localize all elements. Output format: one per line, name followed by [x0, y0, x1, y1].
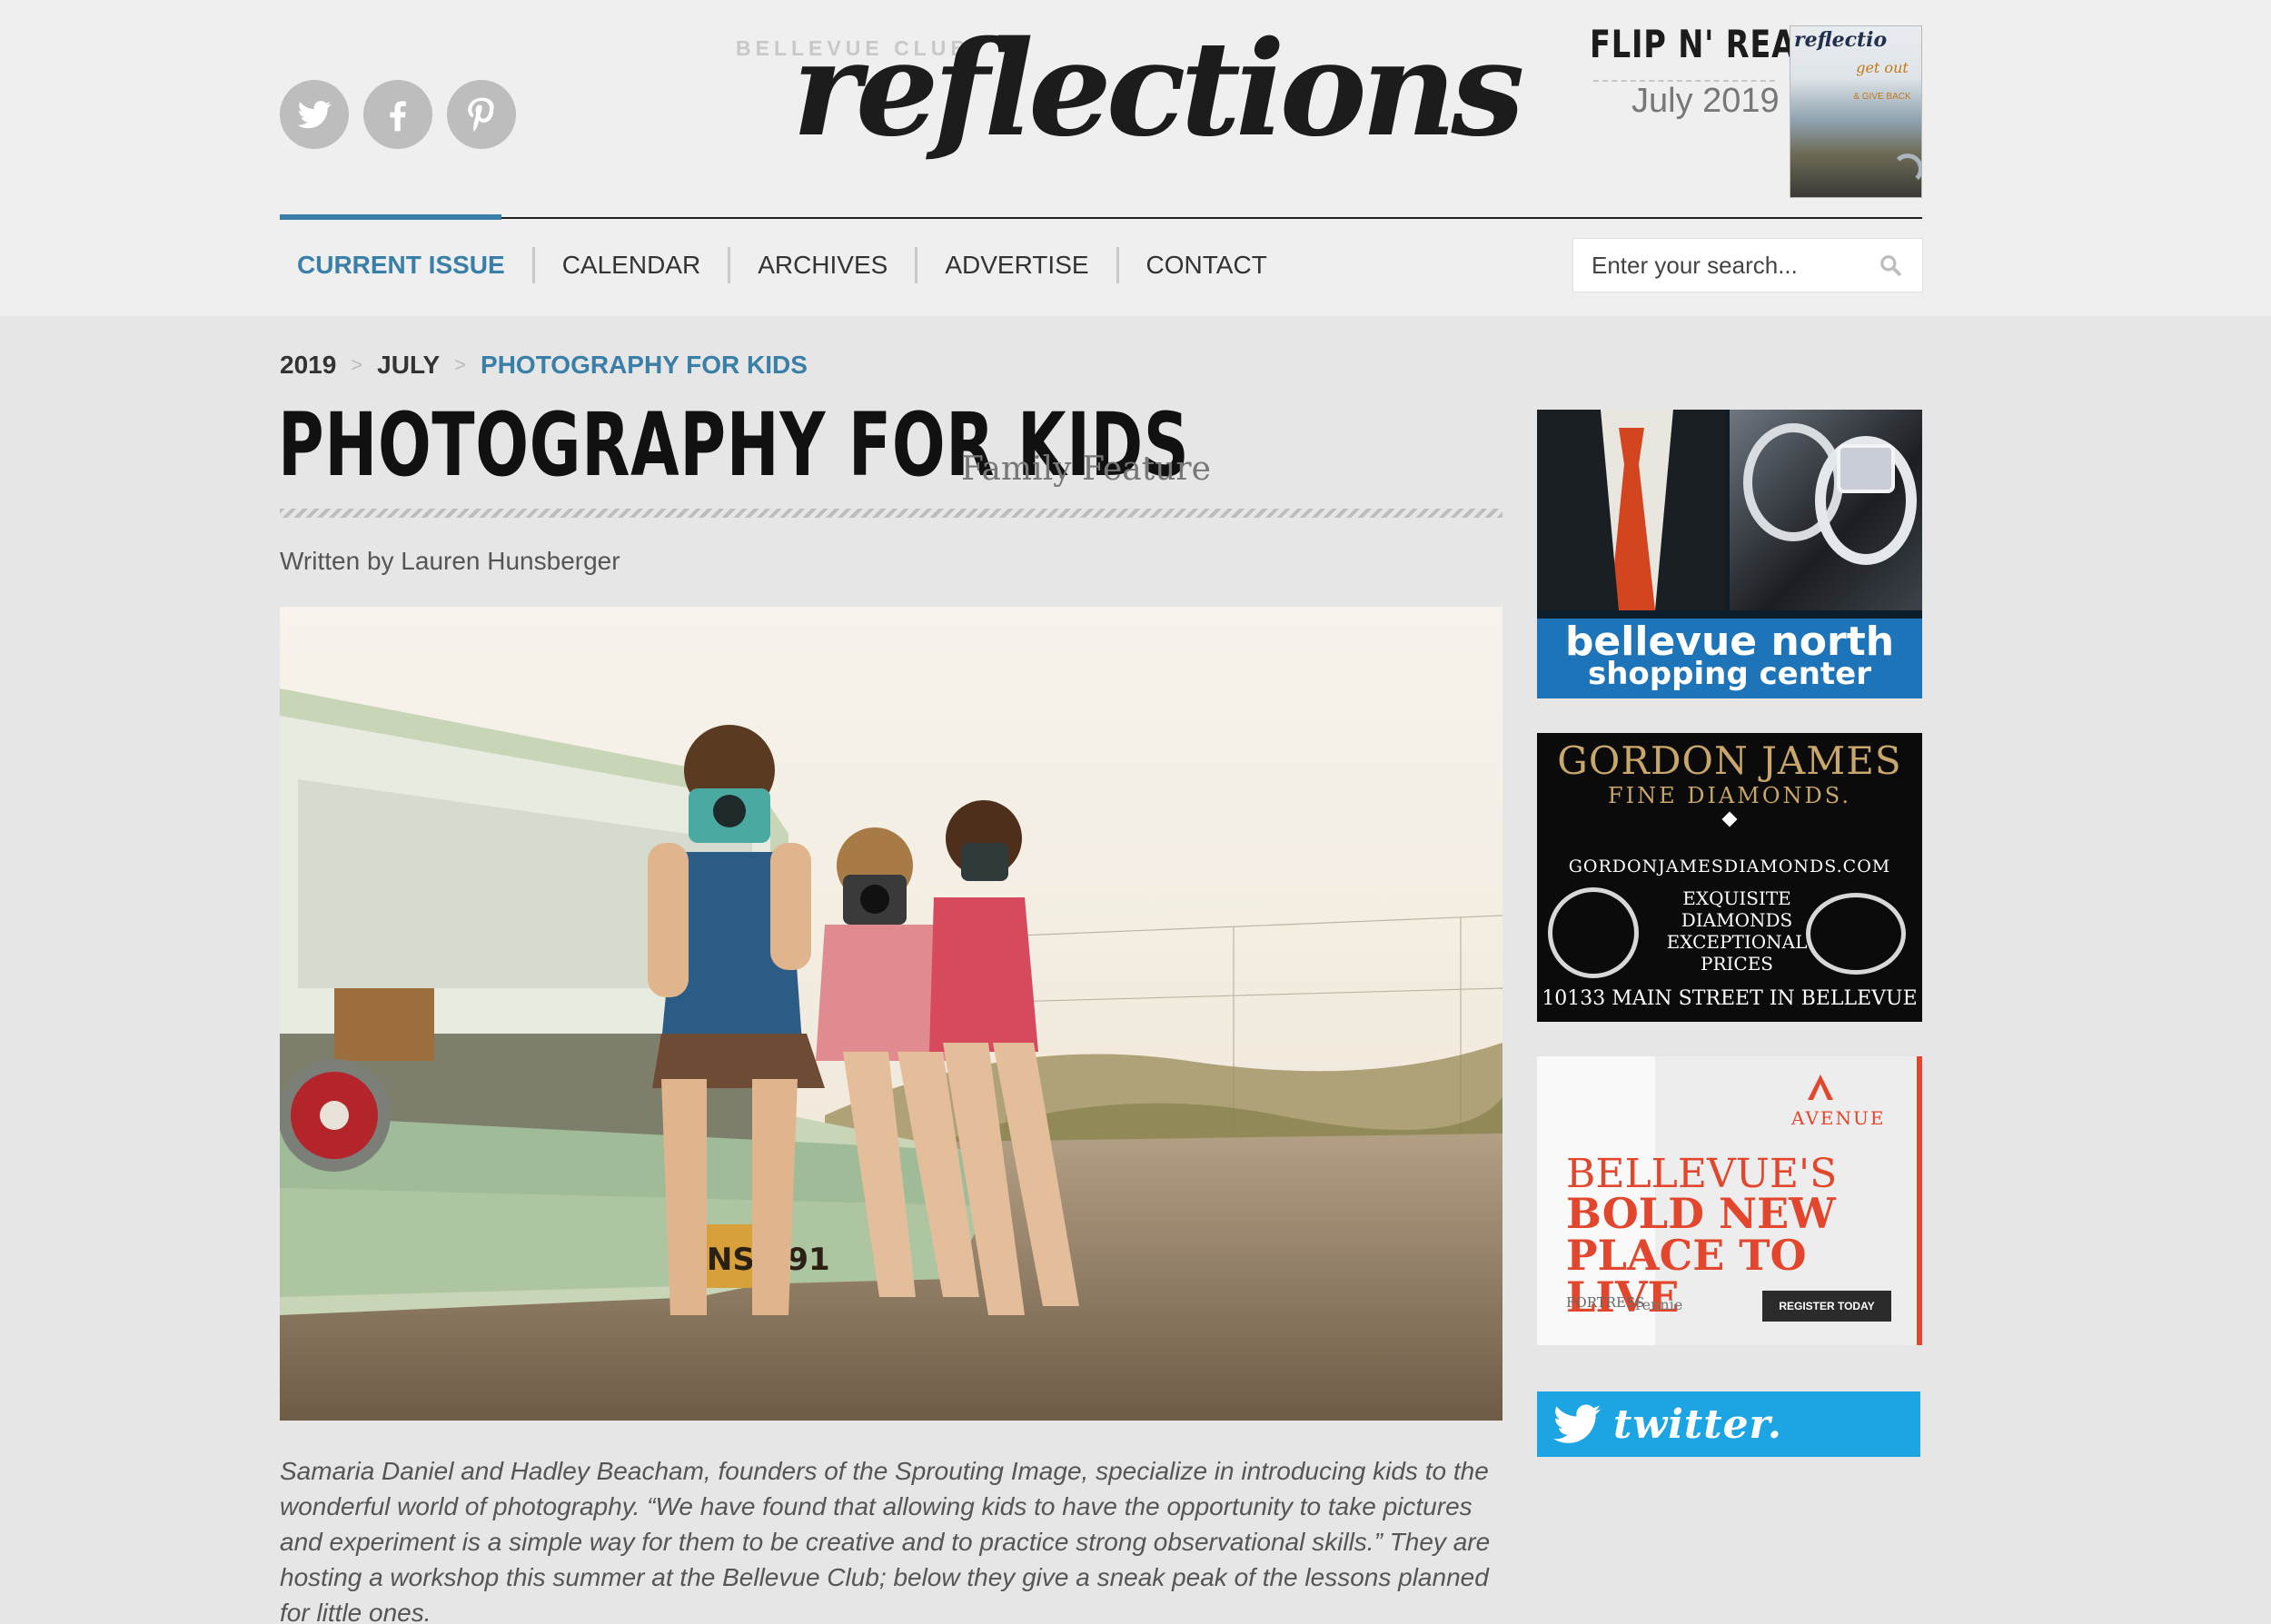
social-links [280, 80, 516, 149]
avenue-logo-icon [1808, 1074, 1833, 1100]
facebook-icon [390, 101, 406, 132]
ad-bellevue-north-line2: shopping center [1587, 656, 1871, 692]
nav-rule [280, 217, 1922, 219]
title-divider [280, 509, 1502, 518]
search-input[interactable] [1573, 239, 1873, 292]
nav-advertise[interactable]: ADVERTISE [915, 247, 1116, 283]
breadcrumb-current: PHOTOGRAPHY FOR KIDS [481, 351, 808, 379]
nav-active-indicator [280, 214, 501, 220]
ad-gordon-sub: FINE DIAMONDS. [1607, 783, 1852, 808]
issue-cover-thumbnail[interactable]: reflectio get out & GIVE BACK [1790, 25, 1922, 198]
ad-gordon-james[interactable]: GORDON JAMES FINE DIAMONDS. GORDONJAMESD… [1537, 733, 1922, 1022]
nav-archives[interactable]: ARCHIVES [728, 247, 915, 283]
twitter-widget-button[interactable]: twitter. [1537, 1391, 1920, 1457]
ad-avenue-partner-fortress: FORTRESS [1566, 1294, 1645, 1311]
breadcrumb-year[interactable]: 2019 [280, 351, 336, 380]
ad-gordon-copy-line1: EXQUISITE DIAMONDS [1681, 887, 1793, 931]
ad-gordon-brand: GORDON JAMES [1557, 738, 1902, 783]
ad-avenue-line2: BOLD NEW [1566, 1189, 1836, 1238]
ad-bellevue-north-banner: bellevue north shopping center [1537, 619, 1922, 698]
ad-avenue-partner-rennie: rennie [1635, 1296, 1683, 1313]
breadcrumb-separator-icon: > [454, 353, 467, 376]
pinterest-icon [468, 97, 494, 132]
flip-issue-date[interactable]: July 2019 [1631, 82, 1780, 121]
site-logo[interactable]: reflections [792, 11, 1524, 168]
ad-avenue-accent-stripe [1917, 1056, 1922, 1345]
article-intro: Samaria Daniel and Hadley Beacham, found… [280, 1457, 1491, 1624]
twitter-icon [297, 101, 332, 129]
flip-n-read-title[interactable]: FLIP N' READ [1590, 22, 1822, 66]
pinterest-link[interactable] [447, 80, 516, 149]
ad-avenue-bellevue[interactable]: AVENUE BELLEVUE'S BOLD NEW PLACE TO LIVE… [1537, 1056, 1922, 1345]
ad-bellevue-north[interactable]: bellevue north shopping center [1537, 410, 1922, 698]
ad-gordon-address: 10133 MAIN STREET IN BELLEVUE [1542, 987, 1918, 1010]
breadcrumb-month[interactable]: JULY [377, 351, 440, 380]
site-header: BELLEVUE CLUB reflections FLIP N' READ J… [0, 0, 2271, 316]
search-icon[interactable] [1879, 253, 1902, 277]
ad-gordon-url: GORDONJAMESDIAMONDS.COM [1568, 857, 1891, 876]
facebook-link[interactable] [363, 80, 432, 149]
twitter-widget-label: twitter. [1613, 1401, 1783, 1448]
cover-tagline: get out [1856, 59, 1909, 76]
ad-gordon-copy: EXQUISITE DIAMONDS EXCEPTIONAL PRICES [1628, 887, 1846, 975]
article-category: Family Feature [961, 451, 1211, 488]
article-hero-image: GNS 291 [280, 607, 1502, 1421]
twitter-bird-icon [1553, 1404, 1601, 1443]
ring-icon [1548, 887, 1639, 978]
nav-contact[interactable]: CONTACT [1116, 247, 1294, 283]
ad-rings-image [1730, 410, 1922, 610]
breadcrumb-separator-icon: > [351, 353, 363, 376]
ad-gordon-copy-line2: EXCEPTIONAL [1666, 931, 1808, 953]
ad-gordon-copy-line3: PRICES [1700, 953, 1774, 975]
cover-title: reflectio [1794, 28, 1888, 52]
breadcrumb: 2019 > JULY > PHOTOGRAPHY FOR KIDS [280, 351, 808, 380]
cover-subtag: & GIVE BACK [1853, 92, 1911, 102]
register-today-button[interactable]: REGISTER TODAY [1762, 1291, 1891, 1322]
diamond-icon [1721, 811, 1738, 827]
nav-current-issue[interactable]: CURRENT ISSUE [280, 247, 532, 283]
search-box [1572, 238, 1923, 292]
page-curl-icon [1892, 153, 1921, 184]
ad-avenue-logo-text: AVENUE [1791, 1107, 1886, 1129]
article-author: Written by Lauren Hunsberger [280, 547, 620, 575]
main-nav: CURRENT ISSUE CALENDAR ARCHIVES ADVERTIS… [280, 243, 1294, 287]
nav-calendar[interactable]: CALENDAR [531, 247, 728, 283]
twitter-link[interactable] [280, 80, 349, 149]
ad-suit-image [1537, 410, 1726, 610]
